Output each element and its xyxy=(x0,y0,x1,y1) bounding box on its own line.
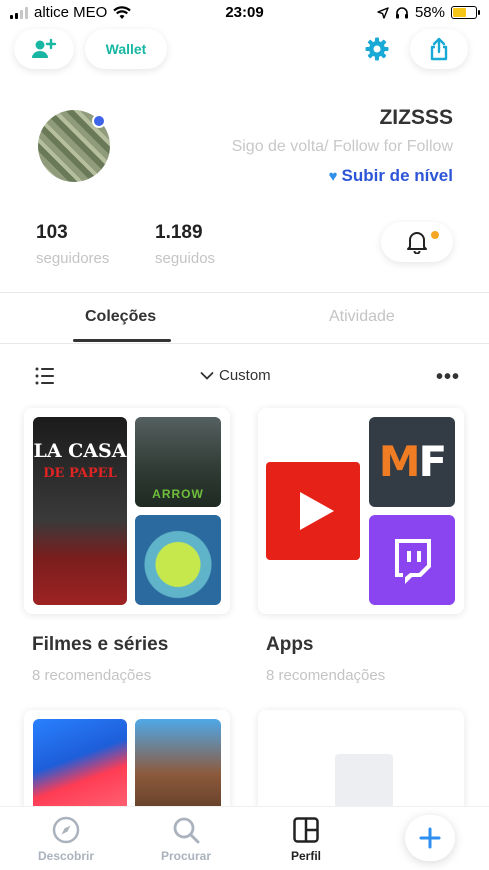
battery-percent: 58% xyxy=(414,4,445,21)
nav-search-label: Procurar xyxy=(160,849,212,863)
notifications-button[interactable] xyxy=(381,222,453,262)
active-tab-indicator xyxy=(73,339,171,342)
status-bar: altice MEO 23:09 58% xyxy=(0,0,489,26)
profile-bio: Sigo de volta/ Follow for Follow xyxy=(231,138,453,155)
list-view-button[interactable] xyxy=(35,367,55,390)
following-count: 1.189 xyxy=(155,222,203,243)
headphones-icon xyxy=(395,7,408,19)
list-icon xyxy=(35,367,54,385)
gear-icon xyxy=(365,37,389,61)
share-icon xyxy=(430,37,448,61)
mf-app-icon: MF xyxy=(369,417,455,507)
divider xyxy=(0,343,489,344)
heart-icon: ♥ xyxy=(328,168,338,185)
divider xyxy=(0,292,489,293)
settings-button[interactable] xyxy=(353,29,401,69)
wallet-button[interactable]: Wallet xyxy=(85,29,167,69)
logo-letter: F xyxy=(418,437,448,486)
add-recommendation-button[interactable] xyxy=(405,815,455,861)
fall-guys-thumbnail xyxy=(33,719,127,819)
online-indicator xyxy=(92,114,106,128)
tab-collections[interactable]: Coleções xyxy=(85,308,156,326)
following-label: seguidos xyxy=(155,250,216,267)
youtube-icon xyxy=(266,462,360,560)
collection-card-apps[interactable]: MF xyxy=(258,408,464,614)
plus-icon xyxy=(419,827,441,849)
arrow-thumbnail: ARROW xyxy=(135,417,221,507)
profile-grid-icon xyxy=(293,817,319,843)
poster-title: LA CASA xyxy=(33,440,127,462)
nav-search[interactable]: Procurar xyxy=(136,815,236,863)
collection-count: 8 recomendações xyxy=(266,667,386,684)
nav-profile[interactable]: Perfil xyxy=(256,815,356,863)
following-stat[interactable]: 1.189 seguidos xyxy=(155,222,215,267)
more-options-button[interactable]: ••• xyxy=(436,366,460,389)
rick-and-morty-thumbnail xyxy=(135,515,221,605)
collection-title[interactable]: Filmes e séries xyxy=(32,634,168,656)
la-casa-de-papel-thumbnail: LA CASA DE PAPEL xyxy=(33,417,127,605)
followers-count: 103 xyxy=(36,222,68,243)
sort-label: Custom xyxy=(219,367,271,384)
twitch-icon xyxy=(369,515,455,605)
nav-discover-label: Descobrir xyxy=(37,849,95,863)
nav-profile-label: Perfil xyxy=(290,849,321,863)
collection-card-movies[interactable]: LA CASA DE PAPEL ARROW xyxy=(24,408,230,614)
sort-dropdown[interactable]: Custom xyxy=(200,367,271,384)
tab-activity[interactable]: Atividade xyxy=(329,308,395,326)
followers-label: seguidores xyxy=(36,250,110,267)
add-user-icon xyxy=(32,38,57,58)
notification-dot xyxy=(431,231,439,239)
logo-letter: M xyxy=(378,437,421,486)
add-user-button[interactable] xyxy=(14,29,74,69)
avatar[interactable] xyxy=(38,110,110,182)
chevron-down-icon xyxy=(200,371,214,380)
collection-count: 8 recomendações xyxy=(32,667,152,684)
game-character-thumbnail xyxy=(135,719,221,819)
search-icon xyxy=(173,817,200,844)
level-up-link[interactable]: ♥ Subir de nível xyxy=(329,166,453,186)
location-arrow-icon xyxy=(377,6,389,19)
username: ZIZSSS xyxy=(379,106,453,129)
compass-icon xyxy=(52,816,80,844)
followers-stat[interactable]: 103 seguidores xyxy=(36,222,109,267)
poster-title: ARROW xyxy=(152,487,204,501)
bell-icon xyxy=(407,232,427,254)
share-button[interactable] xyxy=(410,29,468,69)
collection-title[interactable]: Apps xyxy=(266,634,314,656)
level-up-label: Subir de nível xyxy=(341,166,453,185)
poster-subtitle: DE PAPEL xyxy=(43,466,117,481)
battery-icon xyxy=(451,6,480,19)
more-icon: ••• xyxy=(436,366,461,388)
nav-discover[interactable]: Descobrir xyxy=(16,815,116,863)
